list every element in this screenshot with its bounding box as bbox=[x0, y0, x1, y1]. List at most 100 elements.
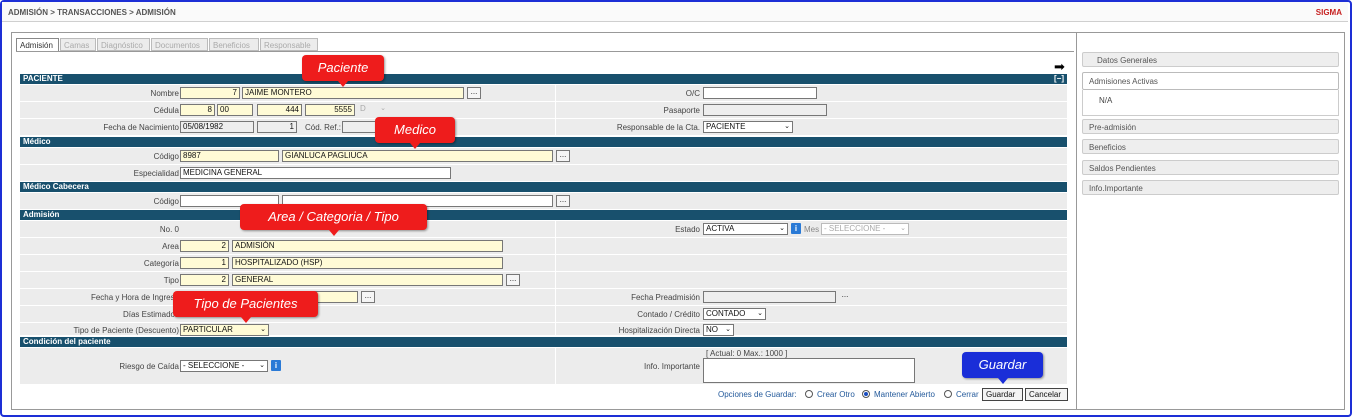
pasaporte-label: Pasaporte bbox=[663, 106, 700, 115]
tipo-paciente-select[interactable]: PARTICULAR ⌄ bbox=[180, 324, 269, 336]
medico-nombre-field[interactable]: GIANLUCA PAGLIUCA bbox=[282, 150, 553, 162]
radio-crear-otro[interactable] bbox=[805, 390, 813, 398]
radio-mantener-abierto[interactable] bbox=[862, 390, 870, 398]
fecha-nacimiento-field[interactable]: 05/08/1982 bbox=[180, 121, 254, 133]
riesgo-caida-select[interactable]: - SELECCIONE - ⌄ bbox=[180, 360, 268, 372]
collapse-toggle[interactable]: [−] bbox=[1054, 74, 1064, 84]
hora-ingreso-field[interactable] bbox=[312, 291, 358, 303]
sidebar-item-beneficios[interactable]: Beneficios bbox=[1082, 139, 1339, 154]
arrow-right-icon[interactable]: ➡ bbox=[1054, 59, 1065, 75]
cedula-verifier-value: D bbox=[360, 104, 366, 113]
mes-value: - SELECCIONE - bbox=[824, 224, 886, 233]
save-button[interactable]: Guardar bbox=[982, 388, 1023, 401]
side-panel: Datos Generales Admisiones Activas N/A P… bbox=[1078, 33, 1344, 409]
radio-cerrar[interactable] bbox=[944, 390, 952, 398]
categoria-field[interactable]: HOSPITALIZADO (HSP) bbox=[232, 257, 503, 269]
categoria-code-field[interactable]: 1 bbox=[180, 257, 229, 269]
callout-paciente: Paciente bbox=[302, 55, 384, 87]
medico-codigo-field[interactable]: 8987 bbox=[180, 150, 279, 162]
tipo-field[interactable]: GENERAL bbox=[232, 274, 503, 286]
section-title: Médico Cabecera bbox=[23, 182, 89, 191]
cedula-province-field[interactable]: 8 bbox=[180, 104, 215, 116]
area-field[interactable]: ADMISIÓN bbox=[232, 240, 503, 252]
chevron-down-icon: ⌄ bbox=[784, 123, 790, 130]
nombre-number-field[interactable]: 7 bbox=[180, 87, 240, 99]
mes-select[interactable]: - SELECCIONE - ⌄ bbox=[821, 223, 909, 235]
info-icon[interactable]: i bbox=[791, 223, 801, 234]
callout-guardar: Guardar bbox=[962, 352, 1043, 384]
nombre-field[interactable]: JAIME MONTERO bbox=[242, 87, 464, 99]
cedula-tome-field[interactable]: 444 bbox=[257, 104, 302, 116]
cedula-verifier-select[interactable]: D ⌄ bbox=[358, 104, 388, 116]
mantener-abierto-label[interactable]: Mantener Abierto bbox=[874, 390, 935, 399]
pasaporte-field[interactable] bbox=[703, 104, 827, 116]
tipo-code-field[interactable]: 2 bbox=[180, 274, 229, 286]
breadcrumb: ADMISIÓN > TRANSACCIONES > ADMISIÓN bbox=[8, 8, 176, 17]
especialidad-label: Especialidad bbox=[133, 169, 179, 178]
tab-divider bbox=[16, 51, 1074, 52]
cedula-seat-field[interactable]: 5555 bbox=[305, 104, 355, 116]
section-condicion: Condición del paciente bbox=[20, 337, 1067, 347]
medico-lookup-button[interactable]: ... bbox=[556, 150, 570, 162]
section-title: PACIENTE bbox=[23, 74, 63, 83]
sidebar-item-info-importante[interactable]: Info.Importante bbox=[1082, 180, 1339, 195]
no-admision-label: No. 0 bbox=[159, 225, 179, 234]
patient-lookup-button[interactable]: ... bbox=[467, 87, 481, 99]
medico-codigo-label: Código bbox=[153, 152, 179, 161]
fecha-ingreso-label: Fecha y Hora de Ingreso bbox=[90, 293, 179, 302]
info-importante-label: Info. Importante bbox=[643, 362, 700, 371]
tab-beneficios[interactable]: Beneficios bbox=[209, 38, 259, 51]
tab-admision[interactable]: Admisión bbox=[16, 38, 59, 52]
tipo-lookup-button[interactable]: ... bbox=[506, 274, 520, 286]
tab-responsable[interactable]: Responsable bbox=[260, 38, 318, 51]
cabecera-lookup-button[interactable]: ... bbox=[556, 195, 570, 207]
section-admision: Admisión bbox=[20, 210, 1067, 220]
oc-field[interactable] bbox=[703, 87, 817, 99]
calendar-button[interactable]: ... bbox=[361, 291, 375, 303]
sidebar-item-admisiones-activas[interactable]: Admisiones Activas bbox=[1082, 72, 1339, 90]
column-divider bbox=[555, 85, 556, 136]
cabecera-codigo-label: Código bbox=[153, 197, 179, 206]
char-counter: [ Actual: 0 Max.: 1000 ] bbox=[706, 349, 788, 358]
estado-value: ACTIVA bbox=[706, 224, 735, 233]
mes-label: Mes bbox=[804, 225, 820, 234]
tab-diagnostico[interactable]: Diagnóstico bbox=[97, 38, 150, 51]
crear-otro-label[interactable]: Crear Otro bbox=[817, 390, 855, 399]
responsable-label: Responsable de la Cta. bbox=[616, 123, 700, 132]
save-options-label: Opciones de Guardar: bbox=[718, 390, 797, 399]
cedula-label: Cédula bbox=[153, 106, 179, 115]
hosp-directa-select[interactable]: NO ⌄ bbox=[703, 324, 734, 336]
chevron-down-icon: ⌄ bbox=[259, 362, 265, 369]
contado-select[interactable]: CONTADO ⌄ bbox=[703, 308, 766, 320]
tipo-paciente-value: PARTICULAR bbox=[183, 325, 233, 334]
sidebar-item-pre-admision[interactable]: Pre-admisión bbox=[1082, 119, 1339, 134]
tab-documentos[interactable]: Documentos bbox=[151, 38, 208, 51]
sidebar-item-datos-generales[interactable]: Datos Generales bbox=[1082, 52, 1339, 67]
info-importante-textarea[interactable] bbox=[703, 358, 915, 383]
admisiones-activas-body: N/A bbox=[1082, 90, 1339, 116]
estado-label: Estado bbox=[675, 225, 700, 234]
chevron-down-icon: ⌄ bbox=[779, 225, 785, 232]
section-paciente: PACIENTE [−] bbox=[20, 74, 1067, 84]
contado-label: Contado / Crédito bbox=[637, 310, 700, 319]
section-title: Admisión bbox=[23, 210, 60, 219]
nombre-label: Nombre bbox=[150, 89, 179, 98]
section-medico: Médico bbox=[20, 137, 1067, 147]
area-code-field[interactable]: 2 bbox=[180, 240, 229, 252]
dias-estimados-label: Días Estimados bbox=[122, 310, 179, 319]
responsable-select[interactable]: PACIENTE ⌄ bbox=[703, 121, 793, 133]
estado-select[interactable]: ACTIVA ⌄ bbox=[703, 223, 788, 235]
oc-label: O/C bbox=[685, 89, 700, 98]
cerrar-label[interactable]: Cerrar bbox=[956, 390, 979, 399]
info-icon[interactable]: i bbox=[271, 360, 281, 371]
preadmision-calendar-button[interactable]: ... bbox=[838, 291, 852, 303]
area-label: Area bbox=[162, 242, 179, 251]
chevron-down-icon: ⌄ bbox=[900, 225, 906, 232]
chevron-down-icon: ⌄ bbox=[725, 326, 731, 333]
tab-camas[interactable]: Camas bbox=[60, 38, 96, 51]
cedula-letter-field[interactable]: 00 bbox=[217, 104, 253, 116]
responsable-value: PACIENTE bbox=[706, 122, 746, 131]
cancel-button[interactable]: Cancelar bbox=[1025, 388, 1068, 401]
sidebar-item-saldos-pendientes[interactable]: Saldos Pendientes bbox=[1082, 160, 1339, 175]
fecha-preadmision-field[interactable] bbox=[703, 291, 836, 303]
